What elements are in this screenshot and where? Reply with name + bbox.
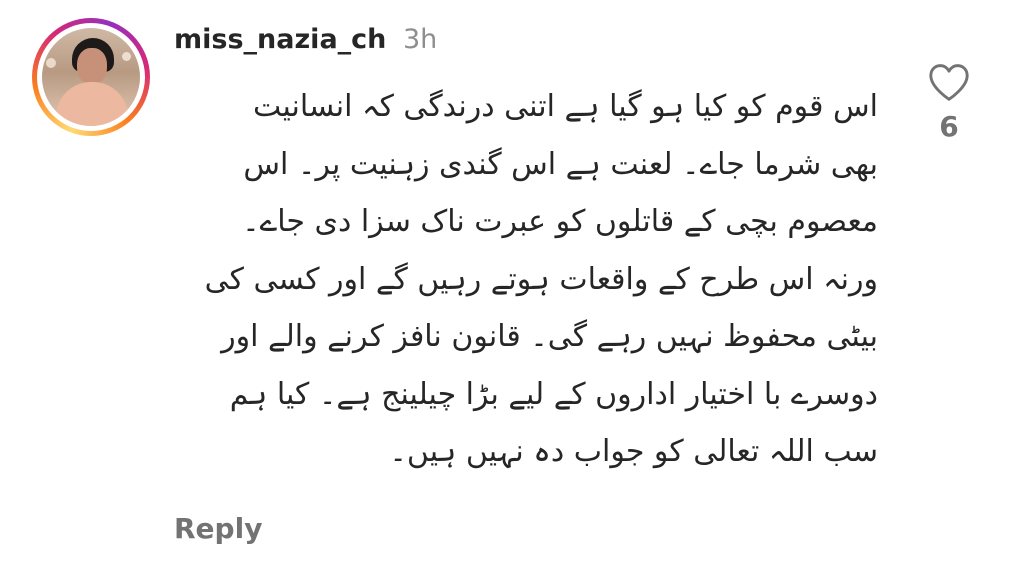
comment-line: ورنہ اس طرح کے واقعات ہوتے رہیں گے اور ک… — [204, 261, 878, 297]
avatar-ring-gap — [37, 23, 145, 131]
avatar-background-light — [122, 52, 131, 61]
comment-line: سب اللہ تعالی کو جواب دہ نہیں ہیں۔ — [389, 434, 878, 469]
comment-line: معصوم بچی کے قاتلوں کو عبرت ناک سزا دی ج… — [242, 204, 878, 239]
heart-outline-icon[interactable] — [927, 62, 971, 102]
comment-line: اس قوم کو کیا ہو گیا ہے اتنی درندگی کہ ا… — [253, 89, 878, 124]
reply-button[interactable]: Reply — [174, 509, 262, 549]
like-control: 6 — [924, 62, 974, 143]
comment-timestamp: 3h — [402, 24, 438, 55]
comment-line: دوسرے با اختیار اداروں کے لیے بڑا چیلینج… — [229, 376, 878, 412]
like-count: 6 — [939, 110, 959, 143]
avatar-body — [56, 82, 128, 126]
comment-line: بیٹی محفوظ نہیں رہے گی۔ قانون نافز کرنے … — [221, 319, 878, 354]
avatar-background-light — [46, 58, 56, 68]
comment-text: اس قوم کو کیا ہو گیا ہے اتنی درندگی کہ ا… — [170, 78, 878, 481]
avatar-story-ring[interactable] — [32, 18, 150, 136]
comment-header: miss_nazia_ch 3h — [174, 22, 437, 58]
avatar[interactable] — [42, 28, 140, 126]
username[interactable]: miss_nazia_ch — [174, 24, 386, 55]
comment-line: بھی شرما جاے۔ لعنت ہے اس گندی زہنیت پر۔ … — [243, 146, 878, 182]
avatar-face — [77, 48, 107, 84]
